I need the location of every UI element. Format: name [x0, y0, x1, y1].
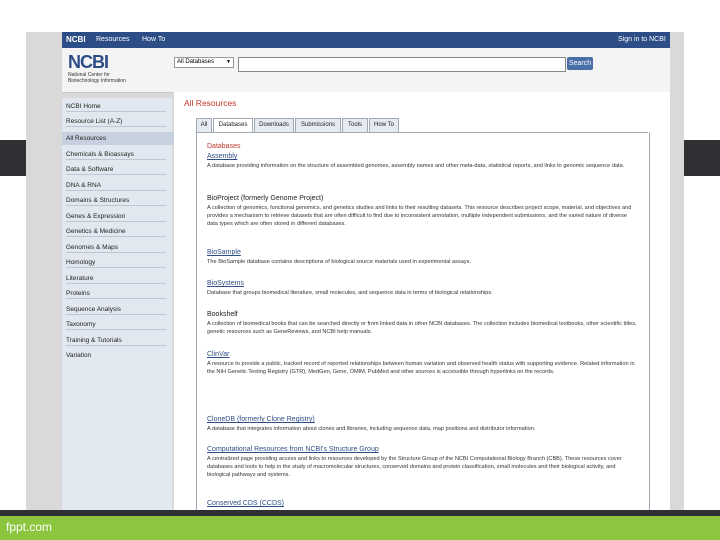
resources-menu[interactable]: Resources	[96, 36, 129, 43]
resource-title-clinvar[interactable]: ClinVar	[207, 351, 229, 358]
sidebar-item-literature[interactable]: Literature	[66, 275, 166, 284]
tab-content: Databases Assembly A database providing …	[196, 132, 650, 510]
slide-footer-text: fppt.com	[6, 520, 53, 534]
sidebar: NCBI Home Resource List (A-Z) All Resour…	[62, 98, 180, 510]
sidebar-item-genetics[interactable]: Genetics & Medicine	[66, 228, 166, 237]
resource-desc-bioproject: A collection of genomics, functional gen…	[207, 205, 632, 227]
sidebar-item-all-resources[interactable]: All Resources	[66, 135, 166, 143]
sidebar-item-resource-list[interactable]: Resource List (A-Z)	[66, 118, 166, 127]
sidebar-item-variation[interactable]: Variation	[66, 352, 166, 360]
tab-downloads[interactable]: Downloads	[254, 118, 294, 133]
slide-footer-bar	[0, 516, 720, 540]
section-heading: Databases	[207, 143, 241, 150]
ncbi-logo[interactable]: NCBI	[68, 52, 109, 73]
ncbi-top-bar: NCBI Resources How To Sign in to NCBI	[62, 32, 670, 48]
tab-tools[interactable]: Tools	[342, 118, 368, 133]
ncbi-logo-subtitle: National Center for Biotechnology Inform…	[68, 72, 126, 84]
sidebar-item-proteins[interactable]: Proteins	[66, 290, 166, 299]
sidebar-item-taxonomy[interactable]: Taxonomy	[66, 321, 166, 330]
sidebar-item-data-software[interactable]: Data & Software	[66, 166, 166, 175]
sign-in-link[interactable]: Sign in to NCBI	[618, 36, 666, 43]
database-select-value: All Databases	[177, 59, 215, 65]
resource-desc-assembly: A database providing information on the …	[207, 163, 625, 169]
search-input[interactable]	[238, 57, 566, 72]
ncbi-screenshot: NCBI Resources How To Sign in to NCBI NC…	[26, 32, 684, 510]
resource-desc-biosystems: Database that groups biomedical literatu…	[207, 290, 493, 296]
sidebar-item-chemicals[interactable]: Chemicals & Bioassays	[66, 151, 166, 160]
slide-top-band	[0, 0, 720, 30]
database-select[interactable]: All Databases ▼	[174, 57, 234, 68]
resource-title-assembly[interactable]: Assembly	[207, 153, 237, 160]
tab-databases[interactable]: Databases	[213, 118, 253, 133]
tab-submissions[interactable]: Submissions	[295, 118, 341, 133]
tab-all[interactable]: All	[196, 118, 212, 133]
header: NCBI National Center for Biotechnology I…	[62, 48, 670, 93]
sidebar-item-training[interactable]: Training & Tutorials	[66, 337, 166, 346]
ncbi-bar-logo[interactable]: NCBI	[66, 35, 86, 44]
resource-desc-bookshelf: A collection of biomedical books that ca…	[207, 321, 637, 335]
page-title: All Resources	[184, 98, 237, 108]
resource-title-structure-group[interactable]: Computational Resources from NCBI's Stru…	[207, 446, 379, 453]
resource-title-biosystems[interactable]: BioSystems	[207, 280, 244, 287]
resource-title-biosample[interactable]: BioSample	[207, 249, 241, 256]
chevron-down-icon: ▼	[226, 59, 231, 65]
resource-title-bookshelf[interactable]: Bookshelf	[207, 311, 238, 318]
search-button[interactable]: Search	[567, 57, 593, 70]
sidebar-item-homology[interactable]: Homology	[66, 259, 166, 268]
sidebar-item-ncbi-home[interactable]: NCBI Home	[66, 103, 166, 112]
sidebar-item-domains[interactable]: Domains & Structures	[66, 197, 166, 206]
how-to-menu[interactable]: How To	[142, 36, 165, 43]
sidebar-item-genomes[interactable]: Genomes & Maps	[66, 244, 166, 253]
resource-title-ccds[interactable]: Conserved CDS (CCDS)	[207, 500, 284, 507]
resource-title-clonedb[interactable]: CloneDB (formerly Clone Registry)	[207, 416, 315, 423]
main-content: All Resources All Databases Downloads Su…	[174, 92, 670, 510]
resource-title-bioproject[interactable]: BioProject (formerly Genome Project)	[207, 195, 323, 202]
sidebar-item-genes[interactable]: Genes & Expression	[66, 213, 166, 222]
resource-desc-clinvar: A resource to provide a public, tracked …	[207, 361, 635, 375]
sidebar-item-dna-rna[interactable]: DNA & RNA	[66, 182, 166, 191]
tab-how-to[interactable]: How To	[369, 118, 399, 133]
resource-desc-structure-group: A centralized page providing access and …	[207, 456, 622, 478]
resource-desc-biosample: The BioSample database contains descript…	[207, 259, 471, 265]
sidebar-item-sequence-analysis[interactable]: Sequence Analysis	[66, 306, 166, 315]
resource-desc-clonedb: A database that integrates information a…	[207, 426, 536, 432]
